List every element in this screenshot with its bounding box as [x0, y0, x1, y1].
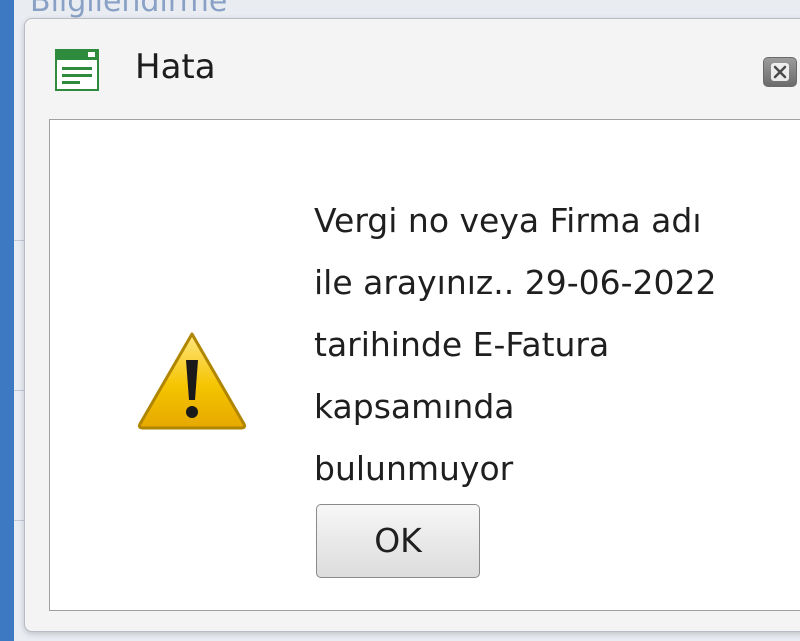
dialog-title: Hata: [135, 47, 216, 87]
warning-icon: [136, 330, 248, 430]
dialog-titlebar[interactable]: Hata: [25, 19, 800, 119]
error-message: Vergi no veya Firma adı ile arayınız.. 2…: [314, 190, 800, 500]
background-partial-text: Bilgilendirme: [30, 0, 228, 19]
message-line: tarihinde E-Fatura: [314, 325, 610, 364]
error-dialog: Hata Vergi no veya Firma adı ile arayını…: [24, 18, 800, 632]
ok-button[interactable]: OK: [316, 504, 480, 578]
message-line: Vergi no veya Firma adı: [314, 201, 702, 240]
dialog-content: Vergi no veya Firma adı ile arayınız.. 2…: [49, 119, 800, 611]
window-app-icon: [55, 49, 99, 91]
close-button[interactable]: [763, 57, 797, 87]
message-line: kapsamında: [314, 387, 515, 426]
message-line: ile arayınız.. 29-06-2022: [314, 263, 717, 302]
message-line: bulunmuyor: [314, 449, 514, 488]
background-window-edge: [0, 0, 14, 641]
